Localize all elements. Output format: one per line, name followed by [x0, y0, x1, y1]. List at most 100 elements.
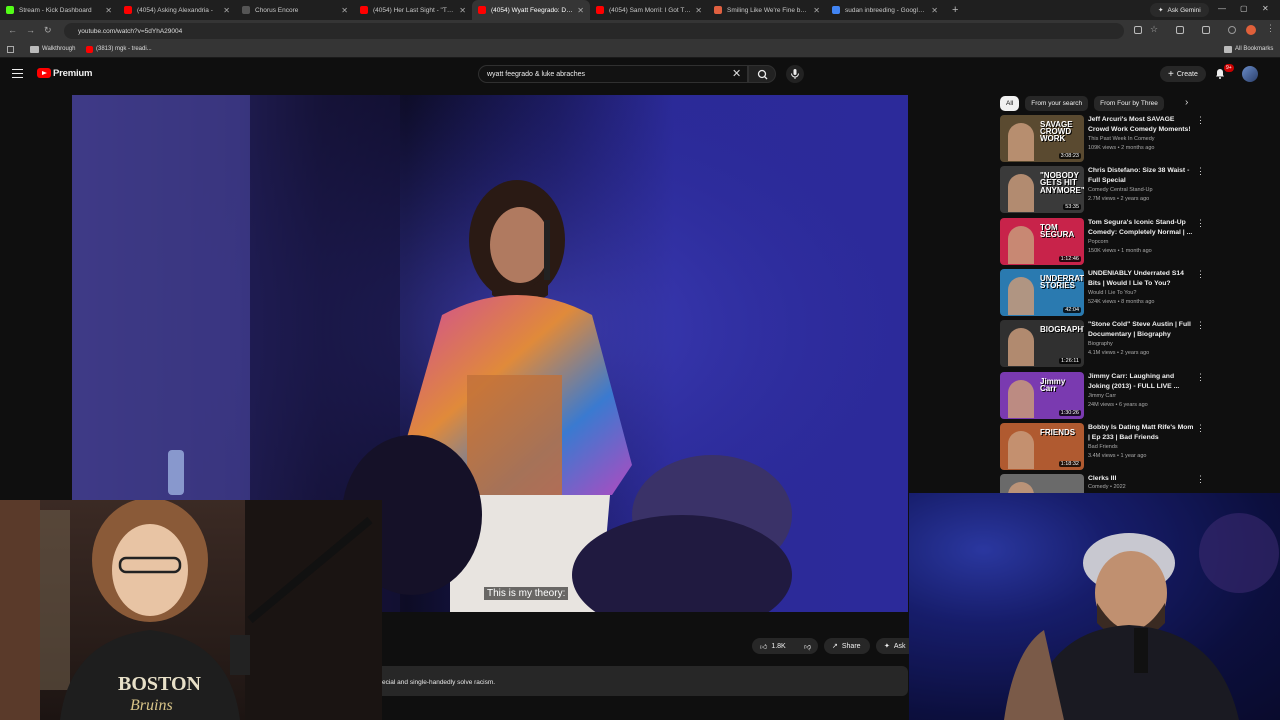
reload-icon[interactable]: ↻	[44, 25, 52, 36]
tab-close-icon[interactable]: ✕	[695, 6, 702, 15]
apps-grid-icon[interactable]	[7, 46, 14, 53]
recommendation-item[interactable]: BIOGRAPHY 1:26:11 "Stone Cold" Steve Austi…	[1000, 320, 1205, 368]
profile-icon[interactable]	[1228, 26, 1236, 34]
recommendation-title[interactable]: Tom Segura's Iconic Stand-Up Comedy: Com…	[1088, 218, 1194, 238]
folder-icon	[30, 46, 39, 53]
thumbs-down-icon: 👎︎	[804, 643, 812, 651]
clear-search-icon[interactable]: ✕	[732, 67, 741, 80]
tab-favicon-icon	[714, 6, 722, 14]
recommendation-item[interactable]: Jimmy Carr 1:30:26 Jimmy Carr: Laughing an…	[1000, 371, 1205, 420]
ask-gemini-button[interactable]: ✦ Ask Gemini	[1150, 3, 1209, 17]
tab-close-icon[interactable]: ✕	[931, 6, 938, 15]
minimize-icon[interactable]: —	[1218, 4, 1226, 13]
filter-chip[interactable]: From your search	[1025, 95, 1089, 111]
tab-favicon-icon	[832, 6, 840, 14]
more-options-icon[interactable]: ⋮	[1196, 372, 1205, 383]
more-options-icon[interactable]: ⋮	[1196, 423, 1205, 434]
url-field[interactable]: youtube.com/watch?v=5dYhA29004	[64, 23, 1124, 39]
tab-close-icon[interactable]: ✕	[105, 6, 112, 15]
video-thumbnail[interactable]: FRIENDS 1:18:32	[1000, 422, 1084, 470]
more-options-icon[interactable]: ⋮	[1196, 474, 1205, 485]
forward-icon[interactable]: →	[26, 25, 35, 35]
menu-dots-icon[interactable]: ⋮	[1266, 23, 1275, 34]
account-avatar[interactable]	[1242, 66, 1258, 82]
tab-close-icon[interactable]: ✕	[341, 6, 348, 15]
recommendation-item[interactable]: TOM SEGURA 1:12:46 Tom Segura's Iconic Sta…	[1000, 217, 1205, 266]
dislike-button[interactable]: 👎︎	[796, 638, 818, 654]
video-thumbnail[interactable]: BIOGRAPHY 1:26:11	[1000, 320, 1084, 368]
browser-tab[interactable]: (4054) Her Last Sight - "The Fa ✕	[354, 0, 472, 20]
video-description[interactable]: ecial and single-handedly solve racism.	[372, 666, 908, 696]
bookmark-mgk[interactable]: (3813) mgk - treadi...	[96, 46, 152, 52]
tab-title: (4054) Her Last Sight - "The Fa	[373, 6, 456, 14]
video-thumbnail[interactable]: TOM SEGURA 1:12:46	[1000, 217, 1084, 265]
channel-name[interactable]: Bad Friends	[1088, 444, 1118, 450]
create-button[interactable]: + Create	[1160, 66, 1206, 82]
browser-tab[interactable]: Stream - Kick Dashboard ✕	[0, 0, 118, 20]
filter-chip[interactable]: All	[1000, 95, 1020, 111]
tab-close-icon[interactable]: ✕	[223, 6, 230, 15]
back-icon[interactable]: ←	[8, 25, 17, 35]
browser-tab[interactable]: Smiling Like We're Fine by Half ✕	[708, 0, 826, 20]
tab-title: (4054) Wyatt Feegrado: De-Ass	[491, 6, 573, 14]
user-avatar-icon[interactable]	[1246, 25, 1256, 35]
more-options-icon[interactable]: ⋮	[1196, 166, 1205, 177]
channel-name[interactable]: Popcorn	[1088, 239, 1109, 245]
browser-tab[interactable]: (4054) Sam Morril: I Got This - ✕	[590, 0, 708, 20]
recommendation-title[interactable]: Clerks III	[1088, 474, 1194, 484]
channel-name[interactable]: Comedy • 2022	[1088, 484, 1126, 490]
hamburger-menu-icon[interactable]	[12, 69, 23, 78]
extensions-icon[interactable]	[1176, 26, 1184, 34]
recommendation-title[interactable]: UNDENIABLY Underrated S14 Bits | Would I…	[1088, 269, 1194, 289]
bookmark-walkthrough[interactable]: Walkthrough	[42, 46, 75, 52]
tab-favicon-icon	[596, 6, 604, 14]
channel-name[interactable]: Comedy Central Stand-Up	[1088, 187, 1153, 193]
recommendation-item[interactable]: UNDERRATED STORIES 42:04 UNDENIABLY Underr…	[1000, 268, 1205, 317]
close-window-icon[interactable]: ✕	[1262, 4, 1269, 13]
webcam-left: BOSTON Bruins	[0, 500, 382, 720]
video-thumbnail[interactable]: Jimmy Carr 1:30:26	[1000, 371, 1084, 419]
video-thumbnail[interactable]: UNDERRATED STORIES 42:04	[1000, 268, 1084, 316]
search-input[interactable]: wyatt feegrado & luke abraches	[478, 65, 748, 83]
tab-close-icon[interactable]: ✕	[813, 6, 820, 15]
recommendation-title[interactable]: Jeff Arcuri's Most SAVAGE Crowd Work Com…	[1088, 115, 1194, 135]
recommendation-item[interactable]: SAVAGE CROWD WORK 3:08:23 Jeff Arcuri's Mo…	[1000, 115, 1205, 163]
channel-name[interactable]: Biography	[1088, 341, 1113, 347]
like-button[interactable]: 👍︎ 1.8K	[752, 638, 796, 654]
recommendation-item[interactable]: "NOBODY GETS HIT ANYMORE" 53:35 Chris Dist…	[1000, 166, 1205, 214]
bookmark-star-icon[interactable]: ☆	[1150, 24, 1158, 35]
more-options-icon[interactable]: ⋮	[1196, 269, 1205, 280]
more-options-icon[interactable]: ⋮	[1196, 218, 1205, 229]
search-button[interactable]	[748, 65, 776, 83]
browser-tab[interactable]: (4054) Asking Alexandria - ✕	[118, 0, 236, 20]
channel-name[interactable]: Would I Lie To You?	[1088, 290, 1136, 296]
new-tab-button[interactable]: +	[952, 4, 958, 16]
maximize-icon[interactable]: ▢	[1240, 4, 1248, 13]
cast-icon[interactable]	[1134, 26, 1142, 34]
filter-chip[interactable]: From Four by Three	[1094, 95, 1164, 111]
video-thumbnail[interactable]: "NOBODY GETS HIT ANYMORE" 53:35	[1000, 166, 1084, 214]
tab-close-icon[interactable]: ✕	[459, 6, 466, 15]
recommendation-title[interactable]: "Stone Cold" Steve Austin | Full Documen…	[1088, 320, 1194, 340]
channel-name[interactable]: Jimmy Carr	[1088, 393, 1116, 399]
browser-tab[interactable]: Chorus Encore ✕	[236, 0, 354, 20]
recommendation-title[interactable]: Chris Distefano: Size 38 Waist - Full Sp…	[1088, 166, 1194, 186]
tab-close-icon[interactable]: ✕	[577, 6, 584, 15]
all-bookmarks[interactable]: All Bookmarks	[1235, 46, 1273, 52]
browser-tab[interactable]: (4054) Wyatt Feegrado: De-Ass ✕	[472, 0, 590, 20]
tab-strip: Stream - Kick Dashboard ✕ (4054) Asking Al…	[0, 0, 1280, 20]
recommendation-title[interactable]: Jimmy Carr: Laughing and Joking (2013) -…	[1088, 372, 1194, 392]
premium-wordmark[interactable]: Premium	[53, 68, 92, 79]
channel-name[interactable]: This Past Week In Comedy	[1088, 136, 1155, 142]
more-options-icon[interactable]: ⋮	[1196, 115, 1205, 126]
video-thumbnail[interactable]: SAVAGE CROWD WORK 3:08:23	[1000, 115, 1084, 162]
browser-tab[interactable]: sudan inbreeding - Google Sea ✕	[826, 0, 944, 20]
share-button[interactable]: ↗ Share	[824, 638, 870, 654]
sidepanel-icon[interactable]	[1202, 26, 1210, 34]
more-options-icon[interactable]: ⋮	[1196, 320, 1205, 331]
chips-next-icon[interactable]: ›	[1185, 97, 1188, 108]
voice-search-button[interactable]	[786, 65, 804, 83]
recommendation-item[interactable]: FRIENDS 1:18:32 Bobby Is Dating Matt Rife'…	[1000, 422, 1205, 471]
recommendation-title[interactable]: Bobby Is Dating Matt Rife's Mom | Ep 233…	[1088, 423, 1194, 443]
youtube-logo-icon[interactable]	[37, 68, 51, 78]
